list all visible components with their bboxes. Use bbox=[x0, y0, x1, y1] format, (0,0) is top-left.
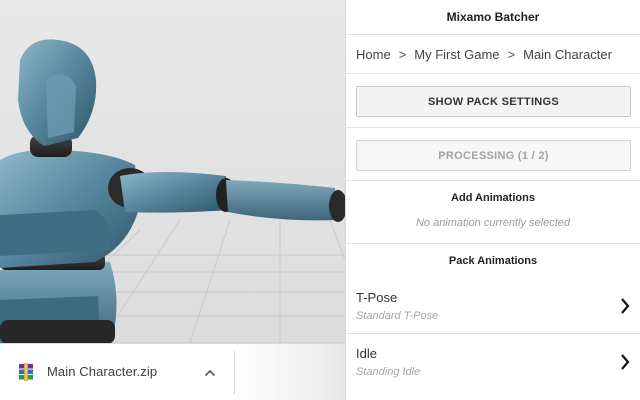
character-preview bbox=[0, 39, 345, 345]
chevron-right-icon[interactable] bbox=[619, 296, 631, 316]
character-viewport[interactable] bbox=[0, 0, 345, 400]
add-animations-title: Add Animations bbox=[451, 192, 535, 204]
download-bar-fade bbox=[235, 344, 345, 400]
mixamo-batcher-panel: Mixamo Batcher Home > My First Game > Ma… bbox=[345, 0, 640, 400]
download-bar: Main Character.zip bbox=[0, 343, 345, 400]
animation-description: Standard T-Pose bbox=[356, 310, 439, 322]
breadcrumb-separator: > bbox=[507, 46, 516, 62]
pack-animation-item[interactable]: T-Pose Standard T-Pose bbox=[346, 278, 640, 334]
chevron-right-icon[interactable] bbox=[619, 352, 631, 372]
panel-title: Mixamo Batcher bbox=[346, 0, 640, 35]
pack-animations-title: Pack Animations bbox=[448, 255, 538, 267]
winrar-archive-icon bbox=[19, 363, 33, 381]
breadcrumb-home[interactable]: Home bbox=[356, 47, 391, 62]
pack-settings-row: SHOW PACK SETTINGS bbox=[346, 74, 640, 128]
pack-animation-item[interactable]: Idle Standing Idle bbox=[346, 334, 640, 390]
animation-name: T-Pose bbox=[356, 290, 398, 305]
breadcrumb-character: Main Character bbox=[523, 46, 612, 62]
animation-name: Idle bbox=[356, 346, 377, 361]
add-animations-section: Add Animations No animation currently se… bbox=[346, 181, 640, 244]
breadcrumb-separator: > bbox=[398, 46, 407, 62]
show-pack-settings-button[interactable]: SHOW PACK SETTINGS bbox=[356, 86, 631, 117]
add-animations-empty-text: No animation currently selected bbox=[415, 217, 571, 229]
download-file-name: Main Character.zip bbox=[47, 364, 158, 379]
processing-button: PROCESSING (1 / 2) bbox=[356, 140, 631, 171]
download-item[interactable]: Main Character.zip bbox=[0, 344, 234, 400]
processing-row: PROCESSING (1 / 2) bbox=[346, 128, 640, 181]
breadcrumb: Home > My First Game > Main Character bbox=[346, 35, 640, 74]
breadcrumb-project[interactable]: My First Game bbox=[414, 47, 499, 62]
chevron-up-icon[interactable] bbox=[201, 364, 219, 382]
animation-description: Standing Idle bbox=[356, 366, 421, 378]
